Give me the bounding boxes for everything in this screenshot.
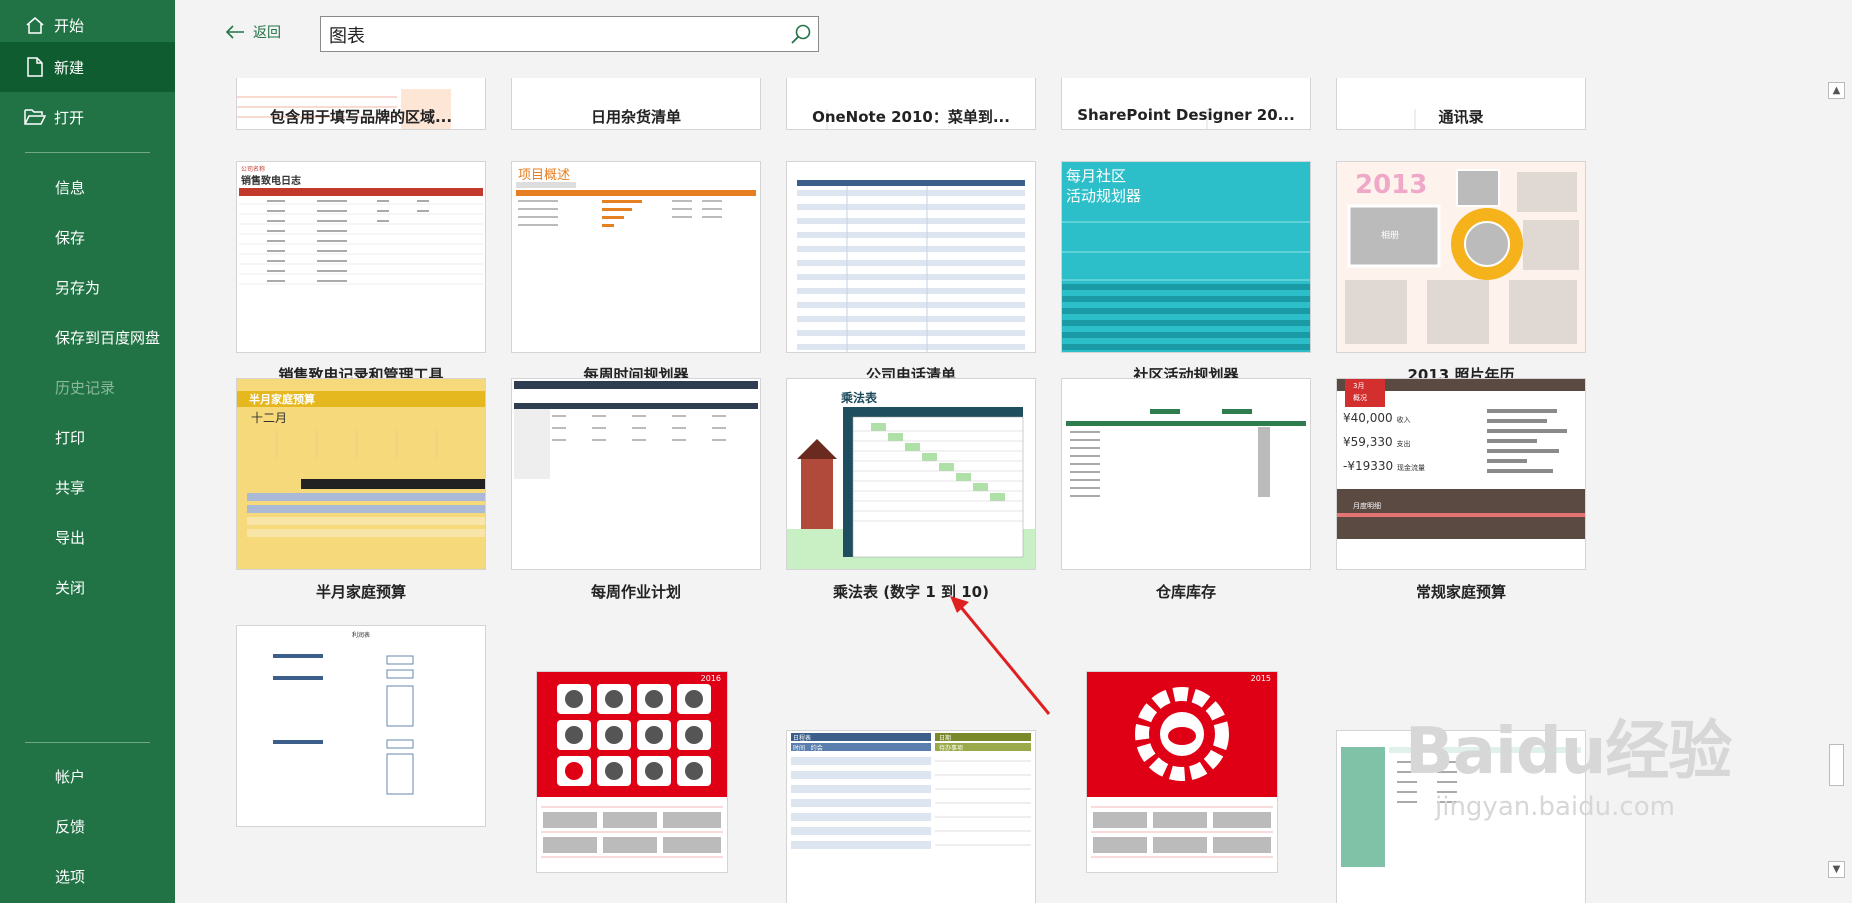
nav-print[interactable]: 打印 <box>0 412 175 462</box>
nav-save-as-label: 另存为 <box>55 278 101 297</box>
nav-open[interactable]: 打开 <box>0 92 175 142</box>
open-folder-icon <box>22 108 48 126</box>
nav-save[interactable]: 保存 <box>0 212 175 262</box>
nav-close[interactable]: 关闭 <box>0 562 175 612</box>
nav-info[interactable]: 信息 <box>0 162 175 212</box>
nav-open-label: 打开 <box>54 108 85 127</box>
back-arrow-icon <box>225 25 244 39</box>
nav-feedback[interactable]: 反馈 <box>0 801 175 851</box>
new-document-icon <box>22 57 48 77</box>
sidebar-divider <box>25 152 150 153</box>
nav-export-label: 导出 <box>55 528 86 547</box>
home-icon <box>22 16 48 34</box>
scroll-down-arrow-icon[interactable]: ▼ <box>1828 861 1845 878</box>
sidebar-divider <box>25 742 150 743</box>
watermark-text: Baidu经验 <box>1405 715 1732 789</box>
nav-export[interactable]: 导出 <box>0 512 175 562</box>
back-button[interactable]: 返回 <box>225 22 281 42</box>
nav-options-label: 选项 <box>55 867 86 886</box>
nav-info-label: 信息 <box>55 178 86 197</box>
nav-new[interactable]: 新建 <box>0 42 175 92</box>
search-icon[interactable] <box>790 23 812 49</box>
scrollbar-thumb[interactable] <box>1829 744 1844 786</box>
backstage-sidebar: 开始 新建 打开 信息 保存 另存为 保存到百度网盘 历史记录 打印 共享 导出… <box>0 0 175 903</box>
nav-share[interactable]: 共享 <box>0 462 175 512</box>
nav-save-label: 保存 <box>55 228 86 247</box>
nav-share-label: 共享 <box>55 478 86 497</box>
nav-save-as[interactable]: 另存为 <box>0 262 175 312</box>
template-search-box[interactable] <box>320 16 819 52</box>
back-label: 返回 <box>253 25 281 41</box>
vertical-scrollbar[interactable]: ▲ ▼ <box>1828 82 1846 878</box>
nav-save-baidu[interactable]: 保存到百度网盘 <box>0 312 175 362</box>
baidu-watermark: Baidu经验 jingyan.baidu.com <box>1405 700 1732 822</box>
nav-new-label: 新建 <box>54 58 85 77</box>
nav-home-label: 开始 <box>54 16 85 35</box>
nav-history-label: 历史记录 <box>55 378 116 397</box>
watermark-url: jingyan.baidu.com <box>1435 792 1675 822</box>
search-input[interactable] <box>327 23 771 47</box>
nav-feedback-label: 反馈 <box>55 817 86 836</box>
nav-print-label: 打印 <box>55 428 86 447</box>
scroll-up-arrow-icon[interactable]: ▲ <box>1828 82 1845 99</box>
nav-account[interactable]: 帐户 <box>0 751 175 801</box>
nav-account-label: 帐户 <box>55 767 86 786</box>
nav-options[interactable]: 选项 <box>0 851 175 901</box>
nav-close-label: 关闭 <box>55 578 86 597</box>
nav-history: 历史记录 <box>0 362 175 412</box>
nav-save-baidu-label: 保存到百度网盘 <box>55 328 161 347</box>
